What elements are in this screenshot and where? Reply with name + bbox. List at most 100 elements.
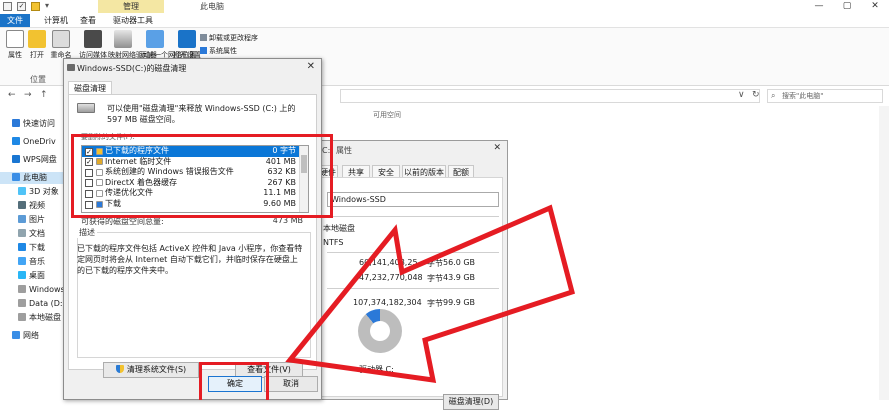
- sidebar-item-pictures[interactable]: 图片: [18, 214, 45, 226]
- cloud-drive-icon: [12, 155, 20, 163]
- sidebar-item-label: Data (D:): [29, 299, 66, 308]
- description-label: 描述: [77, 227, 97, 238]
- sidebar-item-label: 文档: [29, 229, 45, 238]
- free-space-column-header[interactable]: 可用空间: [373, 110, 401, 120]
- sidebar-item-label: 图片: [29, 215, 45, 224]
- music-icon: [18, 257, 26, 265]
- sidebar-item-label: 视频: [29, 201, 45, 210]
- shield-icon: [115, 365, 124, 373]
- sidebar-item-network[interactable]: 网络: [12, 330, 39, 342]
- sidebar-item-this-pc[interactable]: 此电脑: [0, 172, 64, 184]
- tab-file[interactable]: 文件: [0, 14, 30, 27]
- properties-quick-icon[interactable]: ✓: [17, 2, 26, 11]
- sidebar-item-label: 3D 对象: [29, 187, 59, 196]
- system-properties-link[interactable]: 系统属性: [200, 46, 237, 56]
- annotation-arrow: [285, 204, 576, 383]
- sidebar-item-label: 音乐: [29, 257, 45, 266]
- document-icon: [18, 229, 26, 237]
- sidebar-item-documents[interactable]: 文档: [18, 228, 45, 240]
- clean-system-files-label: 清理系统文件(S): [126, 365, 187, 374]
- quick-access-toolbar-dropdown-icon[interactable]: ▾: [45, 1, 49, 10]
- sidebar-item-onedrive[interactable]: OneDriv: [12, 136, 56, 148]
- sidebar-item-data-d[interactable]: Data (D:): [18, 298, 66, 310]
- minimize-button[interactable]: —: [805, 0, 833, 13]
- video-icon: [18, 201, 26, 209]
- content-scrollbar[interactable]: [879, 106, 889, 400]
- space-gain-label: 可获得的磁盘空间总量:: [81, 217, 164, 226]
- search-input[interactable]: 搜索"此电脑": [767, 89, 883, 103]
- uninstall-program-link[interactable]: 卸载或更改程序: [200, 33, 258, 43]
- cube-icon: [18, 187, 26, 195]
- sidebar-item-quick-access[interactable]: 快速访问: [12, 118, 55, 130]
- title-bar: ✓ ▾ 管理 此电脑 — ▢ ✕: [0, 0, 889, 13]
- close-button[interactable]: ✕: [861, 0, 889, 13]
- sidebar-item-wps[interactable]: WPS网盘: [12, 154, 57, 166]
- sidebar-item-label: 桌面: [29, 271, 45, 280]
- sidebar-item-label: 此电脑: [23, 173, 47, 182]
- sidebar-item-downloads[interactable]: 下载: [18, 242, 45, 254]
- drive-icon: [18, 285, 26, 293]
- up-arrow-icon[interactable]: ↑: [40, 90, 48, 100]
- back-arrow-icon[interactable]: ←: [8, 90, 16, 100]
- gear-icon: [178, 30, 196, 48]
- drive-icon: [18, 313, 26, 321]
- annotation-arrow-shape: [285, 204, 576, 383]
- clean-system-files-button[interactable]: 清理系统文件(S): [103, 362, 199, 378]
- computer-icon: [12, 173, 20, 181]
- sidebar-item-videos[interactable]: 视频: [18, 200, 45, 212]
- open-folder-icon: [28, 30, 46, 48]
- sidebar-item-label: 快速访问: [23, 119, 55, 128]
- sidebar-item-label: 本地磁盘: [29, 313, 61, 322]
- cleanup-intro-text: 可以使用"磁盘清理"来释放 Windows-SSD (C:) 上的 597 MB…: [107, 104, 296, 124]
- properties-close-icon[interactable]: ✕: [493, 143, 501, 153]
- forward-arrow-icon[interactable]: →: [24, 90, 32, 100]
- tab-computer[interactable]: 计算机: [36, 14, 76, 27]
- tab-view[interactable]: 查看: [76, 14, 100, 27]
- ribbon-tabs: 文件 计算机 查看 驱动器工具: [0, 13, 889, 28]
- sidebar-item-music[interactable]: 音乐: [18, 256, 45, 268]
- system-icon: [200, 47, 207, 54]
- tab-drive-tools[interactable]: 驱动器工具: [106, 14, 160, 27]
- address-bar[interactable]: [340, 89, 760, 103]
- sidebar-item-desktop[interactable]: 桌面: [18, 270, 45, 282]
- location-group-label: 位置: [30, 75, 46, 84]
- sidebar-item-label: OneDriv: [23, 137, 56, 146]
- window-title: 此电脑: [200, 2, 224, 11]
- cloud-icon: [12, 137, 20, 145]
- tab-disk-cleanup[interactable]: 磁盘清理: [68, 81, 112, 95]
- manage-tool-tab[interactable]: 管理: [98, 1, 164, 12]
- network-icon: [12, 331, 20, 339]
- refresh-icon[interactable]: ↻: [752, 90, 760, 100]
- sidebar-item-label: WPS网盘: [23, 155, 57, 164]
- disk-cleanup-icon: [67, 64, 75, 71]
- annotation-highlight-ok-button: [199, 362, 269, 400]
- uninstall-program-label: 卸载或更改程序: [209, 34, 258, 42]
- download-icon: [18, 243, 26, 251]
- rename-icon: [52, 30, 70, 48]
- search-icon: ⌕: [771, 91, 776, 100]
- drive-icon: [18, 299, 26, 307]
- explorer-icon[interactable]: [3, 2, 12, 11]
- sidebar-item-label: Windows-: [29, 285, 68, 294]
- system-properties-label: 系统属性: [209, 47, 237, 55]
- network-location-icon: [146, 30, 164, 48]
- sidebar-item-3d-objects[interactable]: 3D 对象: [18, 186, 59, 198]
- star-icon: [12, 119, 20, 127]
- sidebar-item-label: 下载: [29, 243, 45, 252]
- sidebar-item-label: 网络: [23, 331, 39, 340]
- dialog-title: Windows-SSD(C:)的磁盘清理: [77, 64, 187, 73]
- sidebar-item-windows-ssd[interactable]: Windows-: [18, 284, 68, 296]
- new-folder-quick-icon[interactable]: [31, 2, 40, 11]
- navigation-pane: 快速访问 OneDriv WPS网盘 此电脑 3D 对象 视频 图片 文档 下载…: [0, 112, 68, 400]
- desktop-icon: [18, 271, 26, 279]
- picture-icon: [18, 215, 26, 223]
- sidebar-item-local-disk[interactable]: 本地磁盘: [18, 312, 61, 324]
- hard-drive-icon: [77, 103, 95, 113]
- address-dropdown-icon[interactable]: ∨: [738, 90, 745, 100]
- programs-icon: [200, 34, 207, 41]
- dialog-close-icon[interactable]: ✕: [307, 61, 315, 72]
- media-icon: [84, 30, 102, 48]
- network-drive-icon: [114, 30, 132, 48]
- maximize-button[interactable]: ▢: [833, 0, 861, 13]
- description-text: 已下载的程序文件包括 ActiveX 控件和 Java 小程序，你查看特定网页时…: [77, 244, 303, 275]
